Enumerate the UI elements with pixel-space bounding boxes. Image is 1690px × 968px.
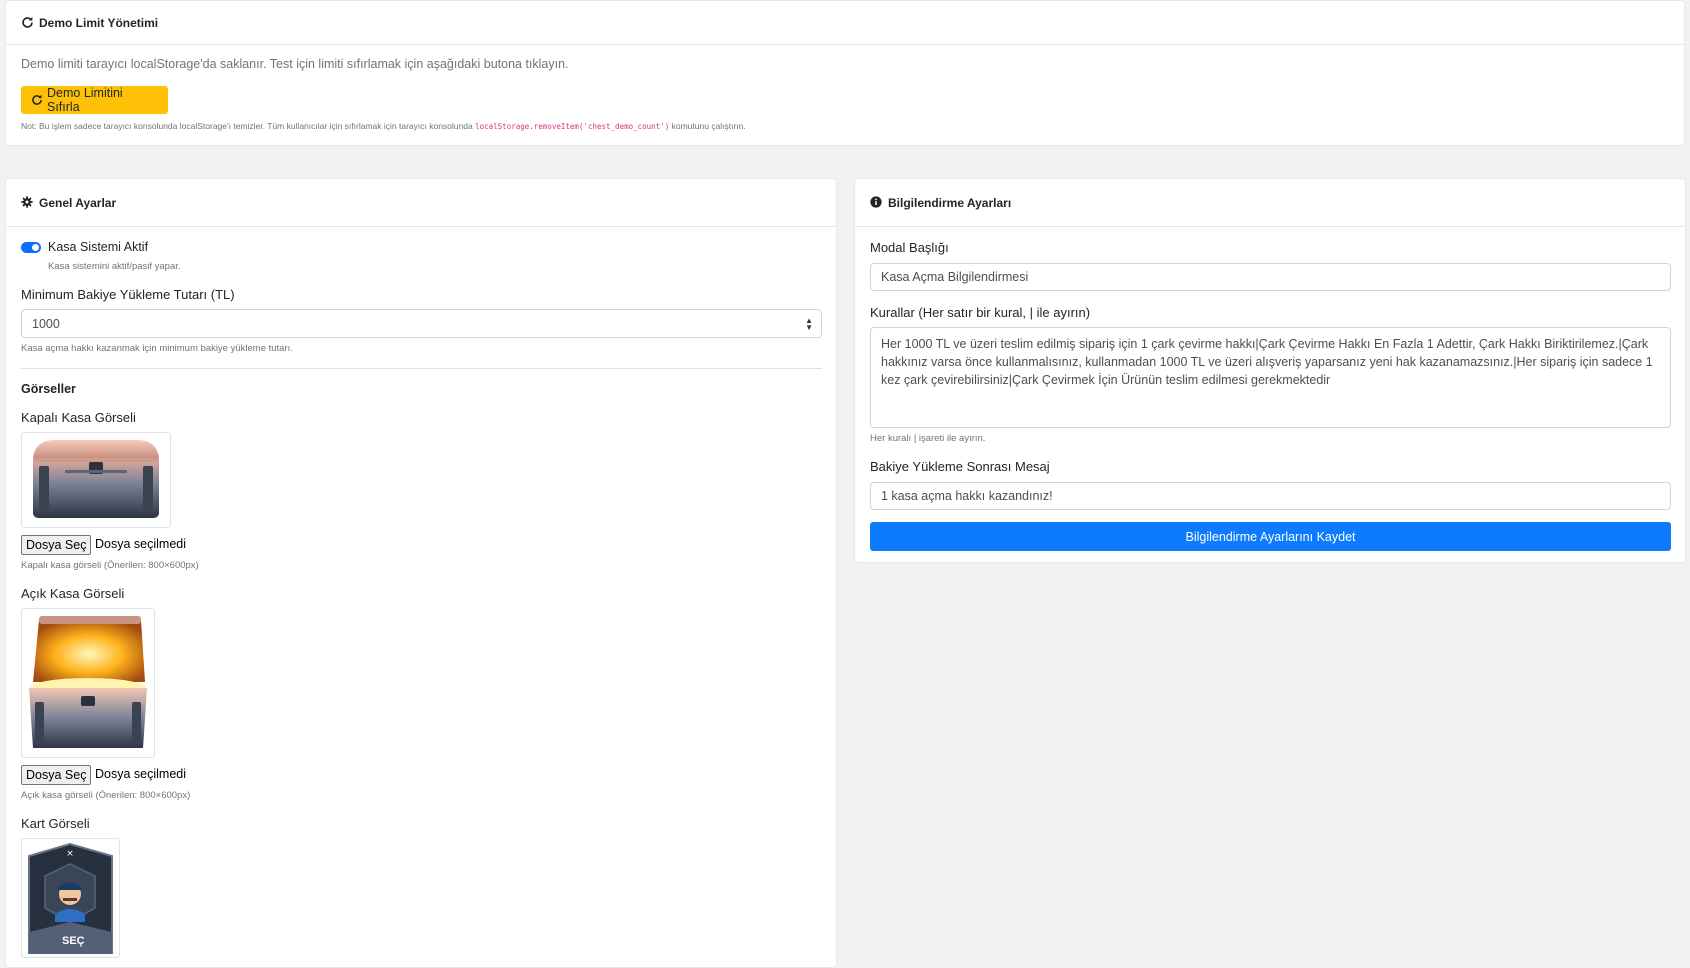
open-image-file-status: Dosya seçilmedi: [95, 767, 187, 781]
general-settings-card: Genel Ayarlar Kasa Sistemi Aktif Kasa si…: [5, 178, 837, 968]
card-image-text: SEÇ: [62, 935, 85, 947]
system-active-toggle[interactable]: [21, 242, 41, 253]
info-settings-card: Bilgilendirme Ayarları Modal Başlığı Kas…: [854, 178, 1686, 563]
after-message-label: Bakiye Yükleme Sonrası Mesaj: [870, 459, 1050, 474]
general-settings-header: Genel Ayarlar: [6, 179, 836, 227]
images-heading: Görseller: [21, 382, 76, 396]
svg-text:×: ×: [66, 849, 74, 859]
note-suffix: komutunu çalıştırın.: [671, 121, 746, 131]
refresh-icon: [31, 94, 43, 106]
number-spinner-icon[interactable]: ▲ ▼: [805, 317, 813, 332]
info-settings-title: Bilgilendirme Ayarları: [888, 195, 1012, 210]
rules-label: Kurallar (Her satır bir kural, | ile ayı…: [870, 305, 1091, 320]
demo-limit-card: Demo Limit Yönetimi Demo limiti tarayıcı…: [5, 0, 1685, 146]
closed-image-label: Kapalı Kasa Görseli: [21, 410, 136, 425]
open-chest-image: [21, 608, 155, 758]
open-image-help: Açık kasa görseli (Önerilen: 800×600px): [21, 790, 191, 801]
demo-limit-description: Demo limiti tarayıcı localStorage'da sak…: [21, 57, 569, 71]
system-active-label: Kasa Sistemi Aktif: [48, 240, 149, 254]
rules-textarea[interactable]: Her 1000 TL ve üzeri teslim edilmiş sipa…: [870, 327, 1671, 428]
open-image-label: Açık Kasa Görseli: [21, 586, 125, 601]
min-amount-label: Minimum Bakiye Yükleme Tutarı (TL): [21, 287, 235, 302]
card-image-label: Kart Görseli: [21, 816, 90, 831]
closed-chest-image: [21, 432, 171, 528]
note-code: localStorage.removeItem('chest_demo_coun…: [475, 122, 670, 131]
general-settings-title: Genel Ayarlar: [39, 195, 117, 210]
min-amount-value: 1000: [32, 316, 60, 331]
info-settings-header: Bilgilendirme Ayarları: [855, 179, 1685, 227]
gear-icon: [21, 196, 34, 209]
min-amount-help: Kasa açma hakkı kazanmak için minimum ba…: [21, 343, 293, 354]
rules-help: Her kuralı | işareti ile ayırın.: [870, 433, 986, 444]
demo-limit-card-header: Demo Limit Yönetimi: [6, 1, 1684, 45]
refresh-icon: [21, 16, 34, 29]
demo-limit-note: Not: Bu işlem sadece tarayıcı konsolunda…: [21, 121, 746, 131]
after-message-input[interactable]: 1 kasa açma hakkı kazandınız!: [870, 482, 1671, 510]
modal-title-input[interactable]: Kasa Açma Bilgilendirmesi: [870, 263, 1671, 291]
after-message-value: 1 kasa açma hakkı kazandınız!: [881, 489, 1053, 503]
closed-image-file-status: Dosya seçilmedi: [95, 537, 187, 551]
modal-title-label: Modal Başlığı: [870, 240, 949, 255]
closed-image-file-button[interactable]: Dosya Seç: [21, 535, 92, 555]
reset-demo-limit-label: Demo Limitini Sıfırla: [47, 86, 123, 114]
reset-demo-limit-button[interactable]: Demo Limitini Sıfırla: [21, 86, 168, 114]
min-amount-input[interactable]: 1000 ▲ ▼: [21, 309, 822, 338]
note-prefix: Not: Bu işlem sadece tarayıcı konsolunda…: [21, 121, 473, 131]
open-image-file-button[interactable]: Dosya Seç: [21, 765, 92, 785]
demo-limit-title: Demo Limit Yönetimi: [39, 15, 159, 30]
system-active-help: Kasa sistemini aktif/pasif yapar.: [48, 261, 181, 272]
info-icon: [870, 196, 883, 209]
closed-image-help: Kapalı kasa görseli (Önerilen: 800×600px…: [21, 560, 199, 571]
section-divider: [21, 368, 822, 369]
modal-title-value: Kasa Açma Bilgilendirmesi: [881, 270, 1029, 284]
save-info-settings-button[interactable]: Bilgilendirme Ayarlarını Kaydet: [870, 522, 1671, 551]
